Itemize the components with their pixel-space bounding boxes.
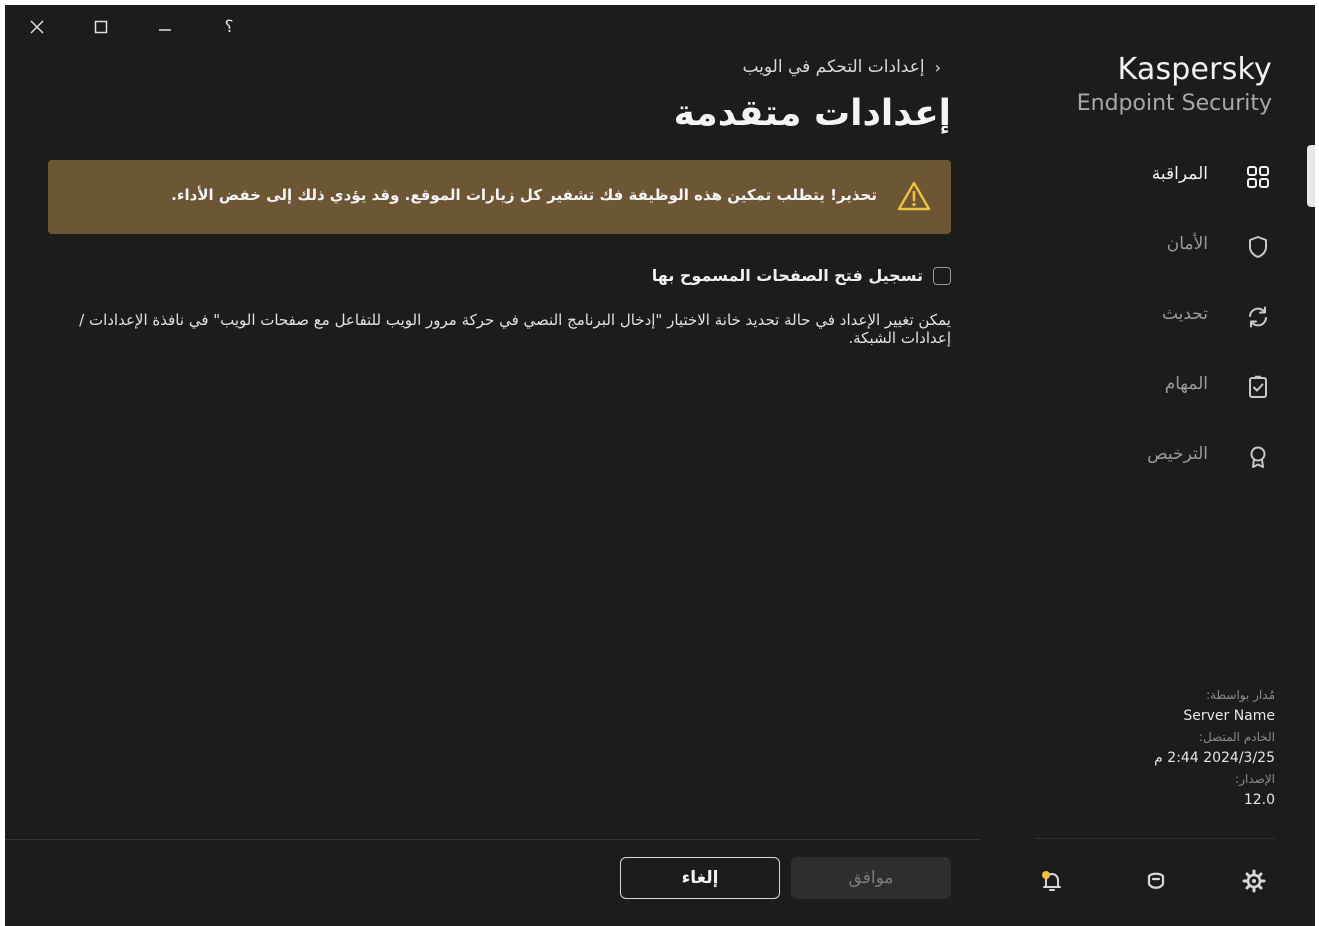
connected-server-value: 2024/3/25 2:44 م bbox=[1154, 750, 1275, 766]
notifications-bell-icon bbox=[1042, 871, 1061, 891]
maximize-icon bbox=[94, 20, 108, 34]
sidebar-item-license[interactable]: الترخيص bbox=[1015, 432, 1315, 482]
managed-by-value: Server Name bbox=[1183, 708, 1275, 724]
sidebar-item-label: الترخيص bbox=[1147, 444, 1208, 464]
help-button[interactable]: ؟ bbox=[215, 13, 243, 41]
settings-button[interactable] bbox=[1240, 867, 1268, 895]
connected-server-label: الخادم المتصل: bbox=[1198, 730, 1275, 744]
sidebar: Kaspersky Endpoint Security المراقبة الأ… bbox=[1005, 5, 1315, 926]
sidebar-item-label: المراقبة bbox=[1151, 164, 1208, 184]
sidebar-item-update[interactable]: تحديث bbox=[1015, 292, 1315, 342]
sidebar-item-label: الأمان bbox=[1166, 234, 1208, 254]
shield-icon bbox=[1249, 236, 1267, 258]
footer-divider bbox=[5, 839, 980, 840]
version-value: 12.0 bbox=[1243, 792, 1275, 808]
close-icon bbox=[30, 20, 44, 34]
log-allowed-pages-option: تسجيل فتح الصفحات المسموح بها bbox=[652, 266, 951, 285]
app-window: ؟ Kaspersky Endpoint Security المراقبة ا… bbox=[5, 5, 1315, 926]
page-title: إعدادات متقدمة bbox=[673, 93, 951, 134]
settings-gear-icon bbox=[1242, 869, 1266, 893]
brand-product: Endpoint Security bbox=[1076, 91, 1272, 116]
warning-banner: تحذير! يتطلب تمكين هذه الوظيفة فك تشفير … bbox=[48, 160, 951, 234]
ok-button[interactable]: موافق bbox=[791, 857, 951, 899]
managed-by-label: مُدار بواسطة: bbox=[1206, 688, 1275, 702]
breadcrumb[interactable]: ‹ إعدادات التحكم في الويب bbox=[742, 57, 941, 77]
log-allowed-pages-label[interactable]: تسجيل فتح الصفحات المسموح بها bbox=[652, 266, 923, 285]
sidebar-divider bbox=[1035, 838, 1275, 839]
license-ribbon-icon bbox=[1250, 446, 1266, 468]
warning-text: تحذير! يتطلب تمكين هذه الوظيفة فك تشفير … bbox=[171, 186, 877, 204]
minimize-icon bbox=[159, 29, 171, 31]
close-window-button[interactable] bbox=[23, 13, 51, 41]
setting-hint-text: يمكن تغيير الإعداد في حالة تحديد خانة ال… bbox=[79, 311, 951, 347]
sidebar-item-label: تحديث bbox=[1161, 304, 1208, 324]
support-button[interactable] bbox=[1142, 867, 1170, 895]
cancel-button[interactable]: إلغاء bbox=[620, 857, 780, 899]
log-allowed-pages-checkbox[interactable] bbox=[933, 266, 951, 285]
sidebar-item-security[interactable]: الأمان bbox=[1015, 222, 1315, 272]
notifications-button[interactable] bbox=[1038, 867, 1066, 895]
sidebar-item-monitoring[interactable]: المراقبة bbox=[1015, 152, 1315, 202]
brand-name: Kaspersky bbox=[1117, 52, 1272, 87]
minimize-window-button[interactable] bbox=[151, 13, 179, 41]
version-label: الإصدار: bbox=[1235, 772, 1275, 786]
chevron-back-icon: ‹ bbox=[934, 57, 941, 77]
server-info: مُدار بواسطة: Server Name الخادم المتصل:… bbox=[1154, 685, 1275, 811]
clipboard-check-icon bbox=[1249, 375, 1267, 398]
help-label: ؟ bbox=[224, 17, 234, 37]
dashboard-grid-icon bbox=[1247, 166, 1269, 188]
maximize-window-button[interactable] bbox=[87, 13, 115, 41]
sidebar-item-tasks[interactable]: المهام bbox=[1015, 362, 1315, 412]
breadcrumb-label: إعدادات التحكم في الويب bbox=[742, 57, 925, 77]
warning-triangle-icon bbox=[897, 181, 931, 211]
refresh-icon bbox=[1249, 306, 1267, 328]
support-icon bbox=[1147, 872, 1165, 889]
sidebar-item-label: المهام bbox=[1164, 374, 1208, 394]
